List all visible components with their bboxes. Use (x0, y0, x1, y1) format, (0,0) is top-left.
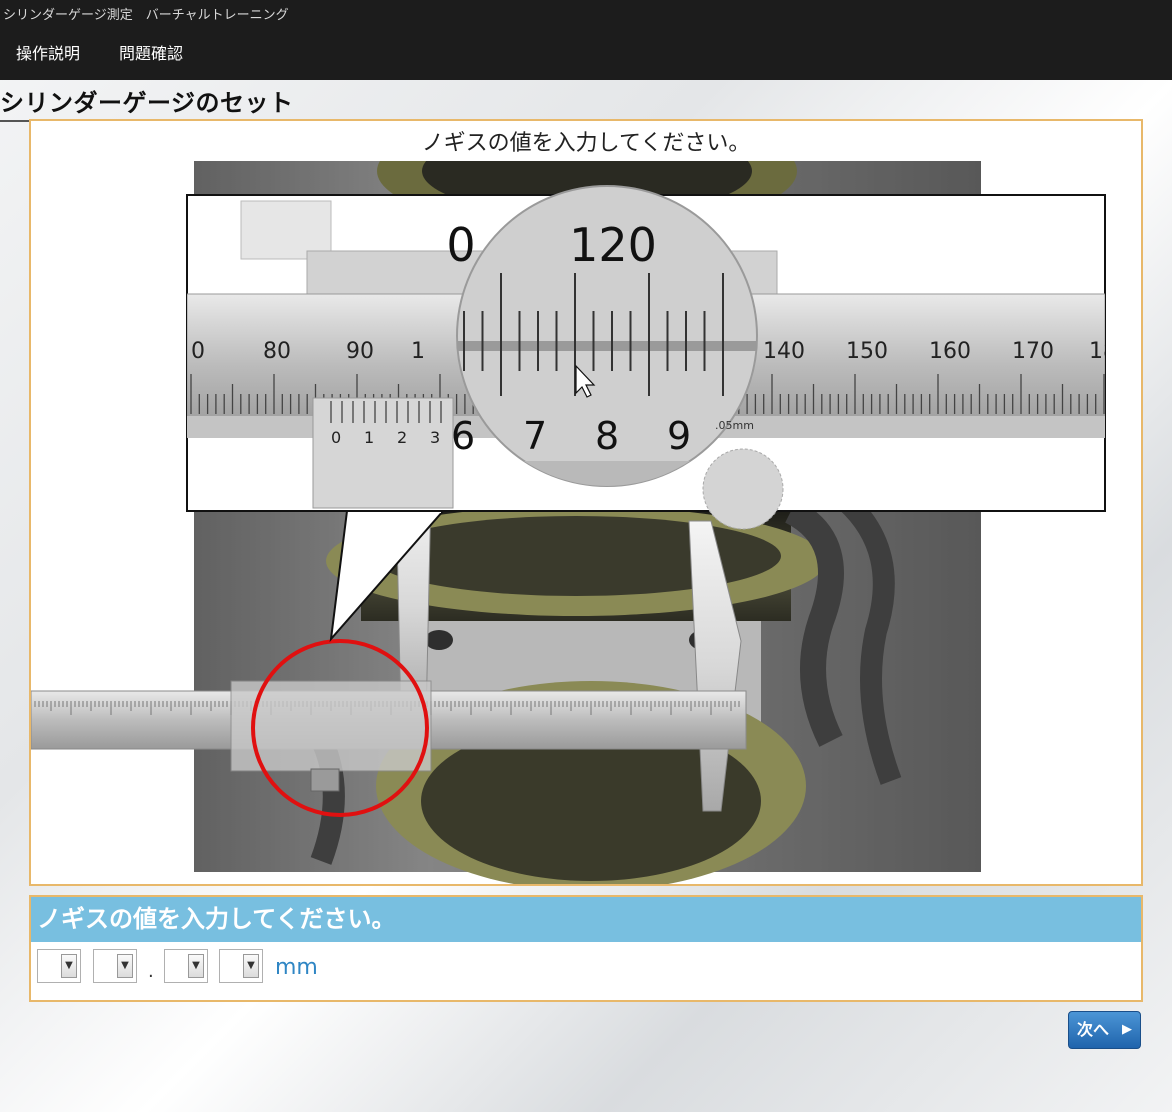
chevron-down-icon: ▼ (117, 954, 133, 978)
chevron-down-icon: ▼ (61, 954, 77, 978)
digit-select-3[interactable]: ▼ (164, 949, 208, 983)
input-panel: ノギスの値を入力してください。 ▼ ▼ . ▼ ▼ mm (29, 895, 1143, 1002)
magnifier-vernier-label: 7 (523, 414, 547, 458)
vernier-label: 0 (331, 428, 341, 447)
main-scale-label: 170 (1012, 339, 1054, 364)
vernier-label: 1 (364, 428, 374, 447)
zoom-callout: 0 80 90 1 140 150 160 170 18 0123 120 0 6789 .05 (186, 185, 1117, 530)
digit-select-2[interactable]: ▼ (93, 949, 137, 983)
main-scale-label: 18 (1089, 339, 1117, 364)
chevron-down-icon: ▼ (243, 954, 259, 978)
digit-select-4[interactable]: ▼ (219, 949, 263, 983)
next-button[interactable]: 次へ ▶ (1068, 1011, 1141, 1049)
vernier-label: 3 (430, 428, 440, 447)
stage-prompt: ノギスの値を入力してください。 (421, 131, 751, 156)
unit-label: mm (275, 955, 318, 980)
svg-text:0: 0 (446, 218, 475, 272)
main-scale-label: 80 (263, 339, 291, 364)
magnifier-vernier-label: 6 (451, 414, 475, 458)
main-scale-label: 140 (763, 339, 805, 364)
main-scale-label: 160 (929, 339, 971, 364)
simulation-stage: ノギスの値を入力してください。 0 80 90 1 140 150 160 17… (29, 119, 1143, 886)
chevron-down-icon: ▼ (188, 954, 204, 978)
zoom-vernier-plate (312, 397, 454, 509)
next-button-label: 次へ (1077, 1020, 1110, 1039)
page-title: シリンダーゲージのセット (0, 83, 294, 122)
magnifier-vernier-label: 8 (595, 414, 619, 458)
vernier-label: 2 (397, 428, 407, 447)
input-panel-heading: ノギスの値を入力してください。 (31, 897, 1141, 942)
menu-item-problem-check[interactable]: 問題確認 (119, 40, 183, 64)
magnifier-vernier-label: 9 (667, 414, 691, 458)
decimal-point: . (148, 961, 154, 982)
svg-text:.05mm: .05mm (715, 419, 754, 432)
menu-item-instructions[interactable]: 操作説明 (16, 40, 80, 64)
main-scale-label: 1 (411, 339, 425, 364)
app-title: シリンダーゲージ測定 バーチャルトレーニング (3, 8, 289, 23)
thumb-wheel (702, 448, 784, 530)
main-scale-label: 0 (191, 339, 205, 364)
magnifier-label-120: 120 (569, 218, 657, 272)
main-scale-label: 150 (846, 339, 888, 364)
top-bar: シリンダーゲージ測定 バーチャルトレーニング 操作説明 問題確認 (0, 0, 1172, 80)
digit-select-1[interactable]: ▼ (37, 949, 81, 983)
play-triangle-icon: ▶ (1122, 1022, 1132, 1037)
main-scale-label: 90 (346, 339, 374, 364)
caliper-scene: 0 80 90 1 140 150 160 170 18 0123 120 0 6789 .05 (31, 161, 1117, 884)
